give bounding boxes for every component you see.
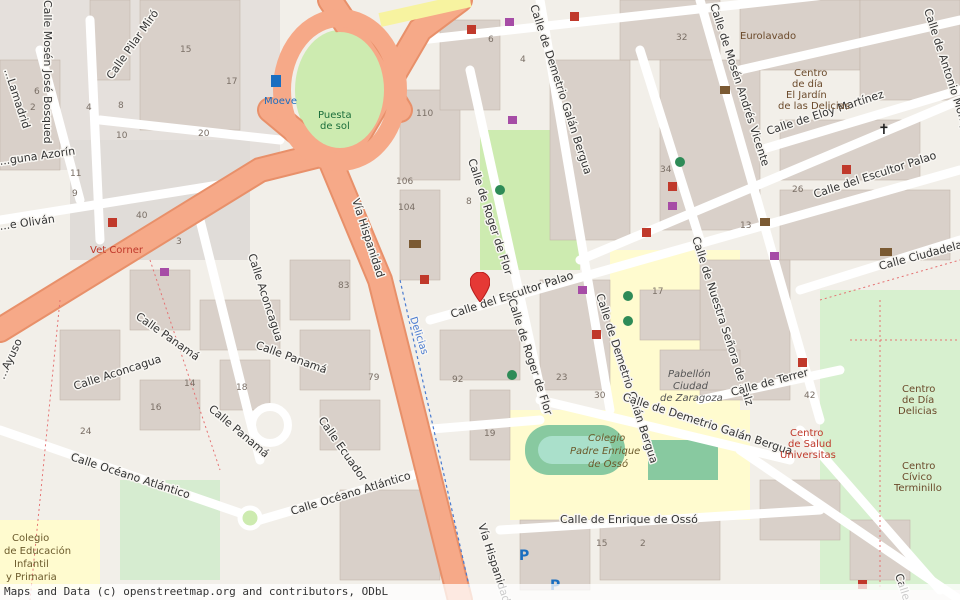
poi-label: Colegio: [588, 433, 625, 444]
house-number: 42: [804, 391, 815, 401]
poi-label: Puesta: [318, 110, 352, 121]
house-number: 20: [198, 129, 210, 139]
house-number: 40: [136, 211, 148, 221]
street-label: Calle Océano Atlántico: [289, 469, 412, 518]
house-number: 17: [226, 77, 237, 87]
house-number: 16: [150, 403, 162, 413]
poi-label: de día: [792, 78, 823, 90]
street-label: ...guna Azorín: [0, 144, 76, 167]
house-number: 19: [484, 429, 496, 439]
house-number: 18: [236, 383, 248, 393]
poi-label: y Primaria: [6, 572, 57, 583]
poi-label: Padre Enrique: [570, 446, 640, 457]
poi-label: Universitas: [780, 450, 836, 461]
house-number: 9: [72, 189, 78, 199]
street-label: Calle de Antonio Mompeón: [921, 7, 960, 152]
street-label: ...Lamadrid: [1, 67, 33, 130]
poi-label: Centro: [794, 68, 827, 79]
street-label: Calle Pilar Miró: [104, 7, 162, 82]
house-number: 104: [398, 203, 415, 213]
house-number: 110: [416, 109, 433, 119]
street-label: Vía Hispanidad: [349, 197, 387, 279]
house-number: 13: [740, 221, 751, 231]
house-number: 79: [368, 373, 380, 383]
house-number: 2: [30, 103, 36, 113]
poi-label: Pabellón: [668, 368, 711, 380]
house-number: 32: [676, 33, 687, 43]
poi-label: Infantil: [14, 559, 49, 570]
street-label: Calle Panamá: [254, 339, 329, 377]
house-number: 83: [338, 281, 349, 291]
poi-label: de sol: [320, 121, 350, 132]
house-number: 106: [396, 177, 413, 187]
street-label: Calle de Mosén Andrés Vicente: [707, 2, 772, 168]
street-label: Calle de Roger de Flor: [465, 157, 515, 277]
street-label: ...Ayuso: [0, 336, 25, 381]
poi-label: Colegio: [12, 533, 49, 544]
house-number: 14: [184, 379, 196, 389]
house-number: 26: [792, 185, 804, 195]
street-label: Calle Ciudadela: [877, 238, 960, 273]
location-marker-icon[interactable]: [470, 272, 490, 302]
poi-label: de Educación: [4, 545, 71, 557]
poi-label: Delicias: [898, 406, 937, 417]
poi-label: Centro: [902, 384, 935, 395]
house-number: 10: [116, 131, 128, 141]
street-label: ...e Oliván: [0, 212, 56, 233]
poi-label: Terminillo: [893, 483, 942, 494]
street-label: Calle del Escultor Palao: [812, 149, 938, 201]
poi-label: de Día: [902, 394, 934, 406]
poi-label: Cívico: [902, 471, 932, 483]
house-number: 6: [488, 35, 494, 45]
street-label: Calle Aconcagua: [245, 252, 286, 343]
street-label: Calle Panamá: [133, 310, 202, 364]
street-label: Calle de Roger de Flor: [505, 297, 555, 417]
house-number: 92: [452, 375, 463, 385]
poi-label: de Ossó: [588, 458, 628, 470]
poi-label: de Salud: [788, 439, 832, 450]
house-number: 4: [520, 55, 526, 65]
house-number: 2: [640, 539, 646, 549]
house-number: 8: [118, 101, 124, 111]
poi-label: Ciudad: [673, 381, 709, 392]
street-label: Calle de Demetrio Galán Bergua: [527, 3, 594, 176]
house-number: 15: [180, 45, 191, 55]
house-number: 23: [556, 373, 567, 383]
map-attribution: Maps and Data (c) openstreetmap.org and …: [0, 584, 960, 600]
poi-label: El Jardín: [786, 89, 827, 101]
street-label: Calle de Enrique de Ossó: [560, 513, 698, 526]
house-number: 3: [176, 237, 182, 247]
street-label: Calle Océano Atlántico: [69, 450, 192, 501]
street-label: Calle Mosén José Bosqued: [41, 0, 54, 144]
poi-label: Centro: [902, 461, 935, 472]
house-number: 4: [86, 103, 92, 113]
route-label: Delicias: [407, 316, 430, 357]
house-number: 8: [466, 197, 472, 207]
house-number: 6: [34, 87, 40, 97]
house-number: 11: [70, 169, 81, 179]
poi-label: Centro: [790, 428, 823, 439]
house-number: 17: [652, 287, 663, 297]
street-label: Calle Aconcagua: [72, 352, 163, 393]
poi-label: Vet Corner: [90, 245, 144, 256]
street-label: Calle Ecuador: [316, 414, 370, 484]
street-label: Calle Panamá: [206, 402, 272, 460]
poi-label: Moeve: [264, 96, 297, 107]
map-canvas[interactable]: P P ✝ Calle del Escultor Palao Calle del…: [0, 0, 960, 600]
house-number: 34: [660, 165, 672, 175]
house-number: 24: [80, 427, 92, 437]
house-number: 15: [596, 539, 607, 549]
poi-label: de Zaragoza: [660, 393, 723, 404]
house-number: 30: [594, 391, 606, 401]
poi-label: de las Delicias: [778, 101, 850, 112]
poi-label: Eurolavado: [740, 31, 796, 42]
